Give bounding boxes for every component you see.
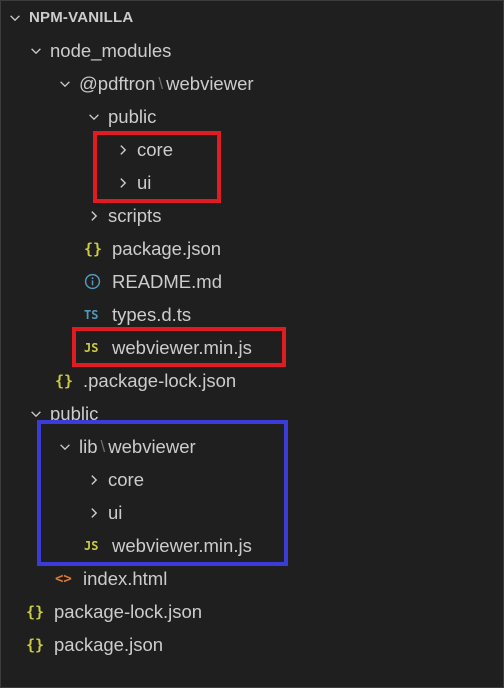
tree-item-pdftron-webviewer[interactable]: @pdftron \ webviewer — [0, 67, 504, 100]
tree-item-package-json-root[interactable]: {} package.json — [0, 628, 504, 661]
explorer-root-label: NPM-VANILLA — [29, 9, 134, 26]
tree-item-label: .package-lock.json — [83, 369, 237, 391]
tree-item-label: scripts — [108, 204, 162, 226]
tree-item-label: index.html — [83, 567, 168, 589]
tree-item-label: package.json — [54, 633, 164, 655]
tree-item-label: node_modules — [50, 39, 172, 61]
json-file-icon: {} — [26, 635, 45, 654]
info-icon — [84, 273, 106, 290]
tree-item-label: README.md — [112, 270, 222, 292]
tree-item-package-lock-hidden[interactable]: {} .package-lock.json — [0, 364, 504, 397]
tree-item-label: package.json — [112, 237, 222, 259]
tree-item-node-modules[interactable]: node_modules — [0, 34, 504, 67]
json-file-icon: {} — [26, 602, 45, 621]
tree-item-package-json-nm[interactable]: {} package.json — [0, 232, 504, 265]
tree-item-label: webviewer — [166, 72, 254, 94]
html-file-icon: <> — [55, 570, 72, 587]
tree-item-label: public — [108, 105, 157, 127]
json-file-icon: {} — [55, 371, 74, 390]
chevron-down-icon[interactable] — [56, 75, 74, 93]
chevron-right-icon[interactable] — [85, 207, 103, 225]
chevron-down-icon[interactable] — [85, 108, 103, 126]
typescript-file-icon: TS — [84, 307, 99, 322]
highlight-box-lib-webviewer — [37, 420, 288, 566]
tree-item-label: package-lock.json — [54, 600, 203, 622]
highlight-box-core-ui — [93, 131, 221, 203]
tree-item-index-html[interactable]: <> index.html — [0, 562, 504, 595]
tree-item-package-lock-root[interactable]: {} package-lock.json — [0, 595, 504, 628]
chevron-down-icon[interactable] — [6, 9, 24, 27]
tree-item-label: types.d.ts — [112, 303, 192, 325]
chevron-down-icon[interactable] — [27, 42, 45, 60]
tree-item-readme[interactable]: README.md — [0, 265, 504, 298]
highlight-box-webviewer-min — [72, 327, 286, 367]
explorer-root-row[interactable]: NPM-VANILLA — [0, 1, 504, 34]
tree-item-core-nm[interactable]: core — [0, 133, 504, 166]
tree-item-scripts[interactable]: scripts — [0, 199, 504, 232]
json-file-icon: {} — [84, 239, 103, 258]
tree-item-ui-nm[interactable]: ui — [0, 166, 504, 199]
tree-item-public-nm[interactable]: public — [0, 100, 504, 133]
path-separator: \ — [158, 73, 164, 93]
tree-item-label: @pdftron — [79, 72, 156, 94]
